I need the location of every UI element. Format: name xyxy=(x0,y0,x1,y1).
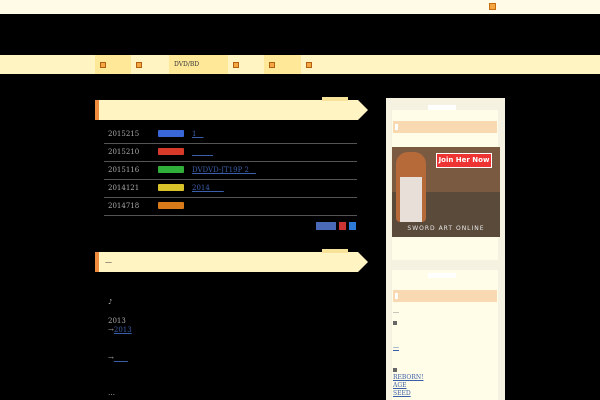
news-row: 2015210 xyxy=(104,143,357,162)
nav-item-1[interactable] xyxy=(95,55,131,74)
sidebar-link[interactable]: AGE xyxy=(393,382,407,389)
sidebar-tab xyxy=(428,273,456,278)
news-link[interactable] xyxy=(192,147,213,157)
article-line: 2013 xyxy=(108,317,126,325)
news-heading-ribbon xyxy=(95,97,368,120)
square-bullet-icon xyxy=(393,368,397,372)
bookmark-icon[interactable] xyxy=(339,222,346,230)
sidebar-link[interactable]: SEED xyxy=(393,390,411,397)
news-date: 2015116 xyxy=(108,166,140,174)
news-link[interactable]: 1 xyxy=(192,129,203,139)
article-line: … xyxy=(108,389,115,397)
bullet-icon xyxy=(233,61,239,68)
news-row: 2015116 DVDVD-JT19P 2 xyxy=(104,161,357,180)
sidebar-tab xyxy=(428,105,456,110)
top-bar xyxy=(0,0,600,14)
news-row: 2015215 1 xyxy=(104,125,357,144)
nav-item-4[interactable] xyxy=(228,55,264,74)
sidebar-bullet xyxy=(393,320,399,327)
nav-item-6[interactable] xyxy=(301,55,338,74)
nav-item-dvd-bd[interactable]: DVD/BD xyxy=(169,55,228,74)
category-badge xyxy=(158,166,184,173)
sidebar-link[interactable]: REBORN! xyxy=(393,374,424,381)
ad-banner[interactable]: Join Her Now SWORD ART ONLINE xyxy=(392,147,500,237)
category-badge xyxy=(158,184,184,191)
orange-square-icon[interactable] xyxy=(489,3,496,10)
article-link[interactable]: 2013 xyxy=(114,326,132,334)
article-line: →2013 xyxy=(108,326,132,334)
news-date: 2014718 xyxy=(108,202,140,210)
sidebar-heading xyxy=(393,290,497,302)
category-badge xyxy=(158,202,184,209)
news-row: 2014718 xyxy=(104,197,357,216)
article-heading: — xyxy=(105,258,112,266)
news-date: 2015215 xyxy=(108,130,140,138)
sidebar-text: … xyxy=(393,308,399,315)
article-link[interactable] xyxy=(114,354,128,362)
nav-item-2[interactable] xyxy=(131,55,169,74)
bullet-icon xyxy=(269,61,275,68)
sidebar-link[interactable]: — xyxy=(393,344,399,351)
join-button[interactable]: Join Her Now xyxy=(436,153,492,168)
news-link[interactable]: DVDVD-JT19P 2 xyxy=(192,165,256,175)
article-heading-ribbon: — xyxy=(95,249,368,272)
news-date: 2015210 xyxy=(108,148,140,156)
news-date: 2014121 xyxy=(108,184,140,192)
rss-icon[interactable] xyxy=(349,222,356,230)
category-badge xyxy=(158,130,184,137)
ad-logo: SWORD ART ONLINE xyxy=(407,225,485,232)
share-button[interactable] xyxy=(316,222,336,230)
article-line: ♪ xyxy=(108,298,113,306)
article-line: → xyxy=(108,353,128,363)
bullet-icon xyxy=(136,61,142,68)
bullet-icon xyxy=(306,61,312,68)
news-row: 2014121 2014 xyxy=(104,179,357,198)
sidebar-heading xyxy=(393,121,497,133)
news-link[interactable]: 2014 xyxy=(192,183,224,193)
square-bullet-icon xyxy=(393,321,397,325)
bullet-icon xyxy=(100,61,106,68)
category-badge xyxy=(158,148,184,155)
sidebar-bullet xyxy=(393,367,399,374)
nav-item-5[interactable] xyxy=(264,55,301,74)
